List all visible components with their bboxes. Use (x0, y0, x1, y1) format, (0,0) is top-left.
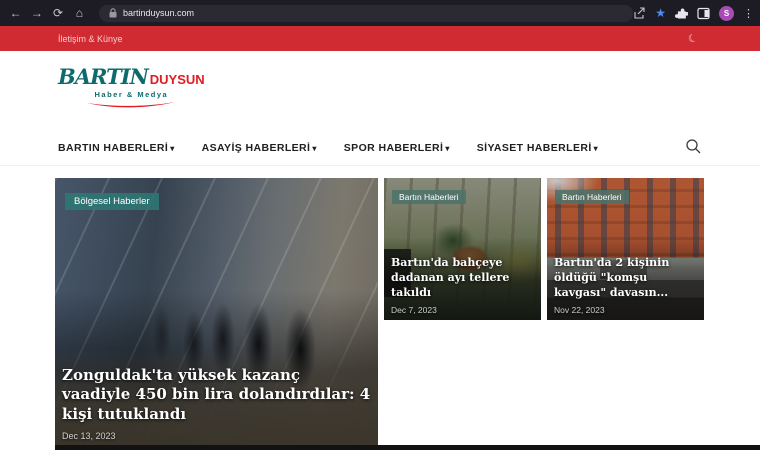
nav-item-bartin-haberleri[interactable]: BARTIN HABERLERİ ▾ (58, 142, 175, 154)
url-text: bartinduysun.com (122, 8, 194, 18)
share-icon[interactable] (633, 6, 646, 20)
nav-item-siyaset-haberleri[interactable]: SİYASET HABERLERİ ▾ (477, 142, 598, 154)
chevron-down-icon: ▾ (312, 143, 317, 153)
category-badge[interactable]: Bartın Haberleri (555, 190, 629, 204)
nav-label: SİYASET HABERLERİ (476, 141, 592, 154)
featured-articles: Bölgesel Haberler Zonguldak'ta yüksek ka… (55, 178, 704, 446)
article-title: Bartın'da bahçeye dadanan ayı tellere ta… (391, 256, 510, 300)
article-text: Bartın'da bahçeye dadanan ayı tellere ta… (391, 256, 534, 315)
next-section-edge (55, 445, 760, 450)
category-badge[interactable]: Bölgesel Haberler (65, 193, 159, 210)
browser-menu-icon[interactable]: ⋮ (743, 7, 754, 20)
site-topbar: İletişim & Künye ☾ (0, 26, 760, 51)
article-card-courthouse[interactable]: Bartın Haberleri Bartın'da 2 kişinin öld… (547, 178, 704, 320)
logo-text-duysun: DUYSUN (149, 72, 205, 87)
main-nav: BARTIN HABERLERİ ▾ ASAYİŞ HABERLERİ ▾ SPOR… (0, 130, 760, 166)
article-card-main[interactable]: Bölgesel Haberler Zonguldak'ta yüksek ka… (55, 178, 378, 446)
nav-items: BARTIN HABERLERİ ▾ ASAYİŞ HABERLERİ ▾ SPOR… (58, 142, 598, 154)
category-badge[interactable]: Bartın Haberleri (392, 190, 466, 204)
side-panel-icon[interactable] (697, 7, 710, 20)
page: ← → ⟳ ⌂ bartinduysun.com ★ S ⋮ İletişim … (0, 0, 760, 450)
article-text: Zonguldak'ta yüksek kazanç vaadiyle 450 … (62, 366, 371, 441)
nav-item-spor-haberleri[interactable]: SPOR HABERLERİ ▾ (344, 142, 450, 154)
address-bar[interactable]: bartinduysun.com (98, 4, 634, 22)
article-title: Zonguldak'ta yüksek kazanç vaadiyle 450 … (62, 365, 371, 424)
article-title: Bartın'da 2 kişinin öldüğü "komşu kavgas… (554, 256, 670, 300)
nav-label: BARTIN HABERLERİ (58, 141, 169, 154)
logo-swoosh (87, 102, 176, 108)
browser-toolbar: ← → ⟳ ⌂ bartinduysun.com ★ S ⋮ (0, 0, 760, 26)
profile-avatar[interactable]: S (719, 5, 734, 21)
contact-link[interactable]: İletişim & Künye (58, 34, 123, 44)
nav-label: SPOR HABERLERİ (343, 141, 444, 154)
logo-wordmark: BARTIN DUYSUN (58, 64, 205, 89)
dark-mode-moon-icon[interactable]: ☾ (686, 31, 700, 46)
nav-label: ASAYİŞ HABERLERİ (201, 141, 311, 154)
chrome-actions: ★ S ⋮ (633, 5, 754, 21)
article-text: Bartın'da 2 kişinin öldüğü "komşu kavgas… (554, 256, 697, 315)
back-icon[interactable]: ← (8, 0, 23, 26)
article-card-bear[interactable]: Bartın Haberleri Bartın'da bahçeye dadan… (384, 178, 541, 320)
home-icon[interactable]: ⌂ (72, 0, 87, 26)
article-date: Dec 7, 2023 (391, 305, 437, 315)
logo-text-bartin: BARTIN (58, 64, 149, 89)
extensions-puzzle-icon[interactable] (675, 7, 688, 20)
reload-icon[interactable]: ⟳ (50, 0, 65, 26)
logo-tagline: Haber & Medya (94, 90, 169, 99)
article-date: Nov 22, 2023 (554, 305, 605, 315)
forward-icon[interactable]: → (29, 0, 44, 26)
search-icon[interactable] (685, 138, 702, 155)
lock-icon (109, 8, 117, 18)
site-logo[interactable]: BARTIN DUYSUN Haber & Medya (58, 64, 205, 110)
chevron-down-icon: ▾ (170, 143, 175, 153)
site-header: BARTIN DUYSUN Haber & Medya (0, 51, 760, 130)
bookmark-star-icon[interactable]: ★ (655, 6, 666, 20)
nav-item-asayis-haberleri[interactable]: ASAYİŞ HABERLERİ ▾ (202, 142, 317, 154)
chevron-down-icon: ▾ (445, 143, 450, 153)
article-date: Dec 13, 2023 (62, 431, 116, 441)
chevron-down-icon: ▾ (593, 143, 599, 153)
